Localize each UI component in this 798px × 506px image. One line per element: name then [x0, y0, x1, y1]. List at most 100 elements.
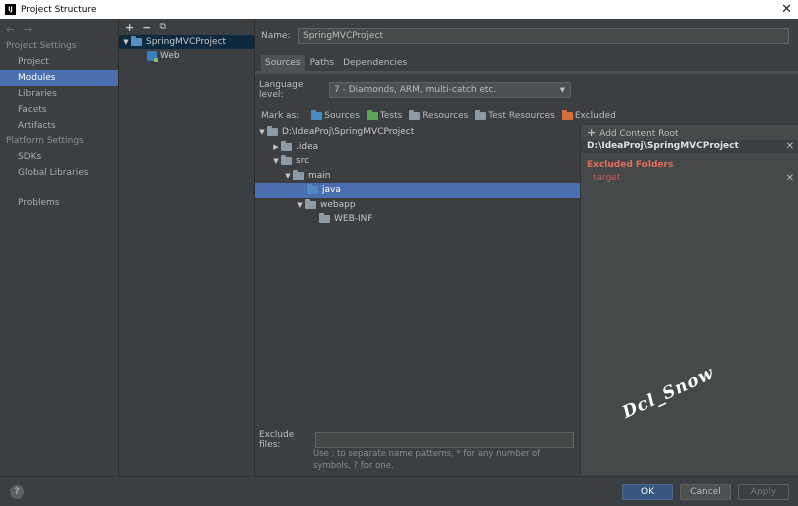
ok-button[interactable]: OK	[622, 484, 673, 500]
expand-arrow-icon[interactable]: ▼	[295, 201, 305, 209]
exclude-files-label: Exclude files:	[259, 430, 295, 450]
project-settings-header: Project Settings	[6, 41, 77, 51]
tree-node-main[interactable]: ▼ main	[255, 169, 580, 184]
tree-node-idea[interactable]: ▶ .idea	[255, 140, 580, 155]
mark-sources-button[interactable]: Sources	[311, 110, 360, 121]
tree-node-label: webapp	[320, 199, 356, 210]
resources-folder-icon	[409, 110, 421, 120]
content-roots-panel: + Add Content Root D:\IdeaProj\SpringMVCP…	[580, 125, 798, 475]
excluded-folder-label: target	[593, 173, 621, 183]
folder-icon	[267, 126, 278, 137]
forward-arrow-icon[interactable]: →	[23, 23, 32, 36]
mark-excluded-label: Excluded	[574, 111, 616, 121]
mark-test-resources-label: Test Resources	[488, 111, 555, 121]
sidebar-item-global-libraries[interactable]: Global Libraries	[0, 165, 118, 181]
tab-dependencies[interactable]: Dependencies	[339, 55, 411, 71]
exclude-files-input[interactable]	[315, 432, 574, 448]
mark-resources-label: Resources	[422, 111, 469, 121]
name-label: Name:	[261, 31, 291, 41]
folder-icon	[319, 213, 330, 224]
intellij-app-icon: IJ	[5, 4, 16, 15]
mark-as-row: Mark as: Sources Tests Resources Test Re…	[261, 110, 623, 121]
collapse-arrow-icon[interactable]: ▶	[271, 143, 281, 151]
module-item-springmvcproject[interactable]: ▼ SpringMVCProject	[119, 35, 254, 49]
tree-node-root[interactable]: ▼ D:\IdeaProj\SpringMVCProject	[255, 125, 580, 140]
expand-arrow-icon[interactable]: ▼	[271, 157, 281, 165]
sources-folder-icon	[311, 110, 323, 120]
expand-arrow-icon[interactable]: ▼	[257, 128, 267, 136]
window-title: Project Structure	[21, 4, 97, 15]
mark-sources-label: Sources	[324, 111, 360, 121]
mark-test-resources-button[interactable]: Test Resources	[475, 110, 555, 121]
expand-arrow-icon[interactable]: ▼	[121, 35, 131, 49]
language-level-row: Language level: 7 - Diamonds, ARM, multi…	[259, 80, 571, 100]
tab-paths[interactable]: Paths	[306, 55, 338, 71]
module-folder-icon	[131, 36, 142, 46]
source-folder-icon	[307, 184, 318, 195]
nav-arrows: ← →	[0, 19, 118, 39]
module-tabs: Sources Paths Dependencies	[261, 55, 412, 71]
folder-icon	[293, 169, 304, 180]
tab-underline	[255, 71, 798, 74]
test-resources-folder-icon	[475, 110, 487, 120]
title-bar: IJ Project Structure ✕	[0, 0, 798, 19]
plus-icon: +	[587, 126, 597, 139]
tree-node-src[interactable]: ▼ src	[255, 154, 580, 169]
sidebar-item-modules[interactable]: Modules	[0, 70, 118, 86]
remove-icon[interactable]: −	[142, 21, 151, 34]
tree-node-webinf[interactable]: WEB-INF	[255, 212, 580, 227]
language-level-label: Language level:	[259, 80, 304, 100]
sidebar-item-project[interactable]: Project	[0, 54, 118, 70]
expand-arrow-icon[interactable]: ▼	[283, 172, 293, 180]
sidebar-item-facets[interactable]: Facets	[0, 102, 118, 118]
module-label: SpringMVCProject	[146, 37, 227, 47]
platform-settings-header: Platform Settings	[6, 136, 84, 146]
sidebar-item-problems[interactable]: Problems	[0, 195, 118, 211]
tree-node-java[interactable]: java	[255, 183, 580, 198]
web-facet-icon	[147, 51, 158, 62]
sidebar-item-sdks[interactable]: SDKs	[0, 149, 118, 165]
sidebar-item-artifacts[interactable]: Artifacts	[0, 118, 118, 134]
tree-node-label: main	[308, 170, 331, 181]
help-icon[interactable]: ?	[10, 485, 24, 499]
facet-item-web[interactable]: Web	[119, 49, 254, 63]
sidebar-item-libraries[interactable]: Libraries	[0, 86, 118, 102]
add-icon[interactable]: +	[125, 21, 134, 34]
copy-icon[interactable]: ⧉	[159, 22, 165, 32]
cancel-button[interactable]: Cancel	[680, 484, 731, 500]
exclude-files-hint: Use ; to separate name patterns, * for a…	[313, 449, 541, 471]
dropdown-arrow-icon: ▼	[559, 86, 565, 94]
remove-excluded-icon[interactable]: ✕	[786, 172, 794, 185]
back-arrow-icon[interactable]: ←	[6, 23, 15, 36]
mark-resources-button[interactable]: Resources	[409, 110, 469, 121]
mark-as-label: Mark as:	[261, 111, 300, 121]
tree-node-webapp[interactable]: ▼ webapp	[255, 198, 580, 213]
tab-sources[interactable]: Sources	[261, 55, 305, 71]
tree-node-label: src	[296, 156, 310, 167]
dialog-footer: ? OK Cancel Apply	[0, 476, 798, 506]
language-level-select[interactable]: 7 - Diamonds, ARM, multi-catch etc. ▼	[329, 82, 571, 98]
tree-node-label: java	[322, 185, 341, 196]
tree-node-label: .idea	[296, 141, 319, 152]
mark-excluded-button[interactable]: Excluded	[561, 110, 616, 121]
add-content-root-button[interactable]: + Add Content Root	[581, 125, 798, 140]
excluded-folder-item: target ✕	[581, 172, 798, 185]
settings-sidebar: ← → Project Settings Project Modules Lib…	[0, 19, 119, 476]
name-input[interactable]: SpringMVCProject	[298, 28, 789, 44]
module-toolbar: + − ⧉	[119, 19, 254, 35]
exclude-files-row: Exclude files:	[259, 430, 574, 450]
name-row: Name: SpringMVCProject	[261, 28, 789, 44]
excluded-folders-title: Excluded Folders	[587, 160, 674, 170]
add-content-root-label: Add Content Root	[599, 129, 679, 139]
folder-icon	[281, 155, 292, 166]
watermark-signature: Dcl_Snow	[619, 363, 718, 423]
apply-button[interactable]: Apply	[738, 484, 789, 500]
remove-root-icon[interactable]: ✕	[786, 140, 794, 153]
module-tree-panel: + − ⧉ ▼ SpringMVCProject Web	[119, 19, 255, 476]
language-level-value: 7 - Diamonds, ARM, multi-catch etc.	[334, 85, 497, 95]
close-icon[interactable]: ✕	[781, 2, 792, 17]
tree-node-label: WEB-INF	[334, 214, 373, 225]
mark-tests-button[interactable]: Tests	[366, 110, 402, 121]
excluded-folder-icon	[561, 110, 573, 120]
content-root-path: D:\IdeaProj\SpringMVCProject	[587, 141, 739, 151]
